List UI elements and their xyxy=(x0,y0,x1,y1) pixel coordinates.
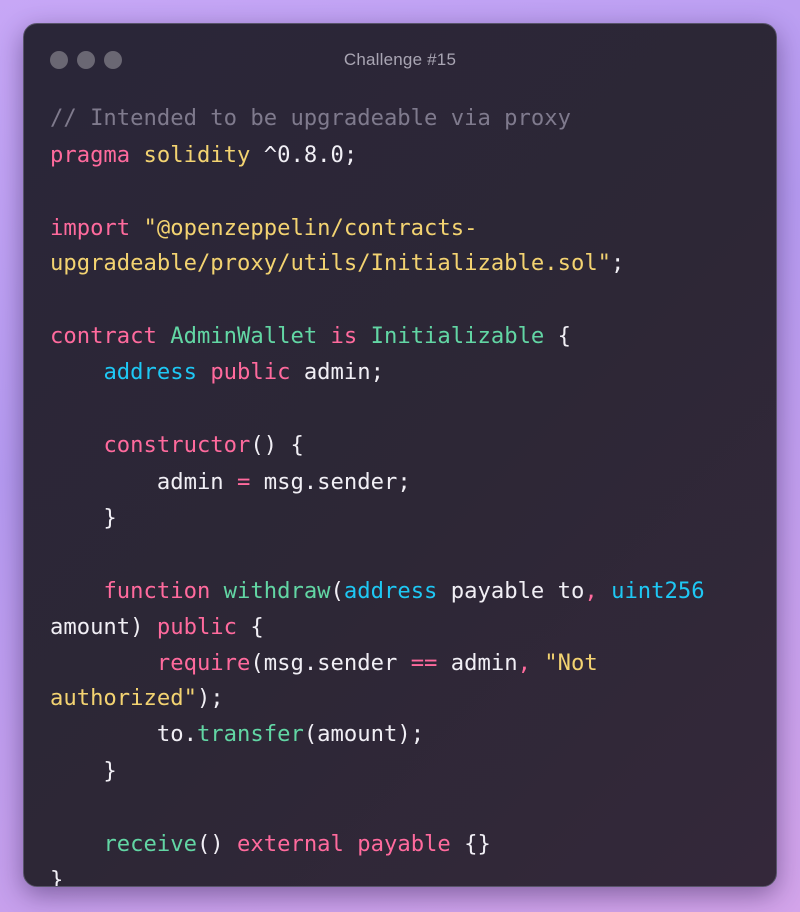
code-token-plain: msg.sender; xyxy=(250,468,411,495)
code-token-plain: (amount); xyxy=(303,721,425,747)
code-token-plain: ); xyxy=(196,685,224,711)
code-line: import "@openzeppelin/contracts- xyxy=(50,210,740,247)
code-token-plain: } xyxy=(50,757,117,784)
code-token-plain: admin xyxy=(437,649,518,676)
code-token-plain: admin xyxy=(50,468,238,495)
code-token-func: receive xyxy=(103,830,197,857)
code-line: // Intended to be upgradeable via proxy xyxy=(50,100,740,137)
code-line: } xyxy=(50,500,740,537)
code-line: contract AdminWallet is Initializable { xyxy=(50,318,740,355)
code-token-op: , xyxy=(517,649,531,676)
code-token-plain: payable to xyxy=(437,578,585,604)
code-token-string: solidity xyxy=(143,141,251,168)
code-token-func: transfer xyxy=(196,721,304,747)
code-block: // Intended to be upgradeable via proxy p… xyxy=(50,100,740,887)
code-token-plain: } xyxy=(50,867,64,887)
code-token-type: AdminWallet xyxy=(170,322,318,349)
code-line: upgradeable/proxy/utils/Initializable.so… xyxy=(50,246,740,281)
code-token-op: == xyxy=(410,649,438,676)
code-line: authorized"); xyxy=(50,681,740,716)
code-token-plain: { xyxy=(544,322,571,349)
code-token-keyword: import xyxy=(50,214,131,241)
code-window: Challenge #15 // Intended to be upgradea… xyxy=(23,23,777,887)
code-line: constructor() { xyxy=(50,427,740,464)
code-token-keyword: pragma xyxy=(50,141,131,168)
code-token-op: = xyxy=(237,468,251,495)
code-token-op: , xyxy=(584,578,598,604)
code-token-keyword: constructor xyxy=(103,432,251,458)
code-token-plain: ; xyxy=(611,250,625,276)
code-token-string: upgradeable/proxy/utils/Initializable.so… xyxy=(50,250,612,276)
window-title: Challenge #15 xyxy=(343,50,457,69)
code-token-plain: {} xyxy=(450,830,491,857)
code-token-builtin: address xyxy=(343,578,438,604)
code-token-keyword: public xyxy=(210,359,291,385)
code-token-builtin: address xyxy=(103,359,197,385)
code-token-builtin: uint256 xyxy=(611,578,705,604)
code-token-func: withdraw xyxy=(223,578,331,604)
code-token-plain: ^0.8.0; xyxy=(250,141,358,168)
window-titlebar: Challenge #15 xyxy=(24,24,776,98)
code-token-plain: () xyxy=(196,830,238,857)
code-token-keyword: public xyxy=(156,613,238,640)
code-token-string: "@openzeppelin/contracts- xyxy=(143,214,478,241)
code-token-plain: { xyxy=(237,613,264,640)
code-line: to.transfer(amount); xyxy=(50,716,740,753)
code-token-plain: admin; xyxy=(290,359,384,385)
code-token-type: Initializable xyxy=(370,322,545,349)
code-token-plain: ( xyxy=(330,578,344,604)
code-token-plain: to. xyxy=(50,721,197,747)
code-token-comment: // Intended to be upgradeable via proxy xyxy=(50,105,571,131)
code-token-keyword: is xyxy=(330,322,358,349)
code-token-keyword: require xyxy=(156,649,251,676)
code-line: function withdraw(address payable to, ui… xyxy=(50,573,740,610)
code-line: admin = msg.sender; xyxy=(50,464,740,501)
code-line: } xyxy=(50,753,740,790)
code-token-string: authorized" xyxy=(50,685,197,711)
code-token-keyword: function xyxy=(103,578,211,604)
code-token-keyword: external xyxy=(237,830,344,857)
code-line: address public admin; xyxy=(50,354,740,391)
code-token-string: "Not xyxy=(544,649,598,676)
code-token-plain: amount) xyxy=(50,613,157,640)
code-line: require(msg.sender == admin, "Not xyxy=(50,645,740,682)
code-line: amount) public { xyxy=(50,610,740,645)
code-line: } xyxy=(50,862,740,887)
code-line: receive() external payable {} xyxy=(50,826,740,863)
code-line: pragma solidity ^0.8.0; xyxy=(50,137,740,174)
code-token-keyword: payable xyxy=(357,830,451,857)
code-token-plain: () { xyxy=(250,432,304,458)
code-token-keyword: contract xyxy=(50,322,157,349)
code-token-plain: (msg.sender xyxy=(250,649,411,676)
code-token-plain: } xyxy=(50,505,117,531)
